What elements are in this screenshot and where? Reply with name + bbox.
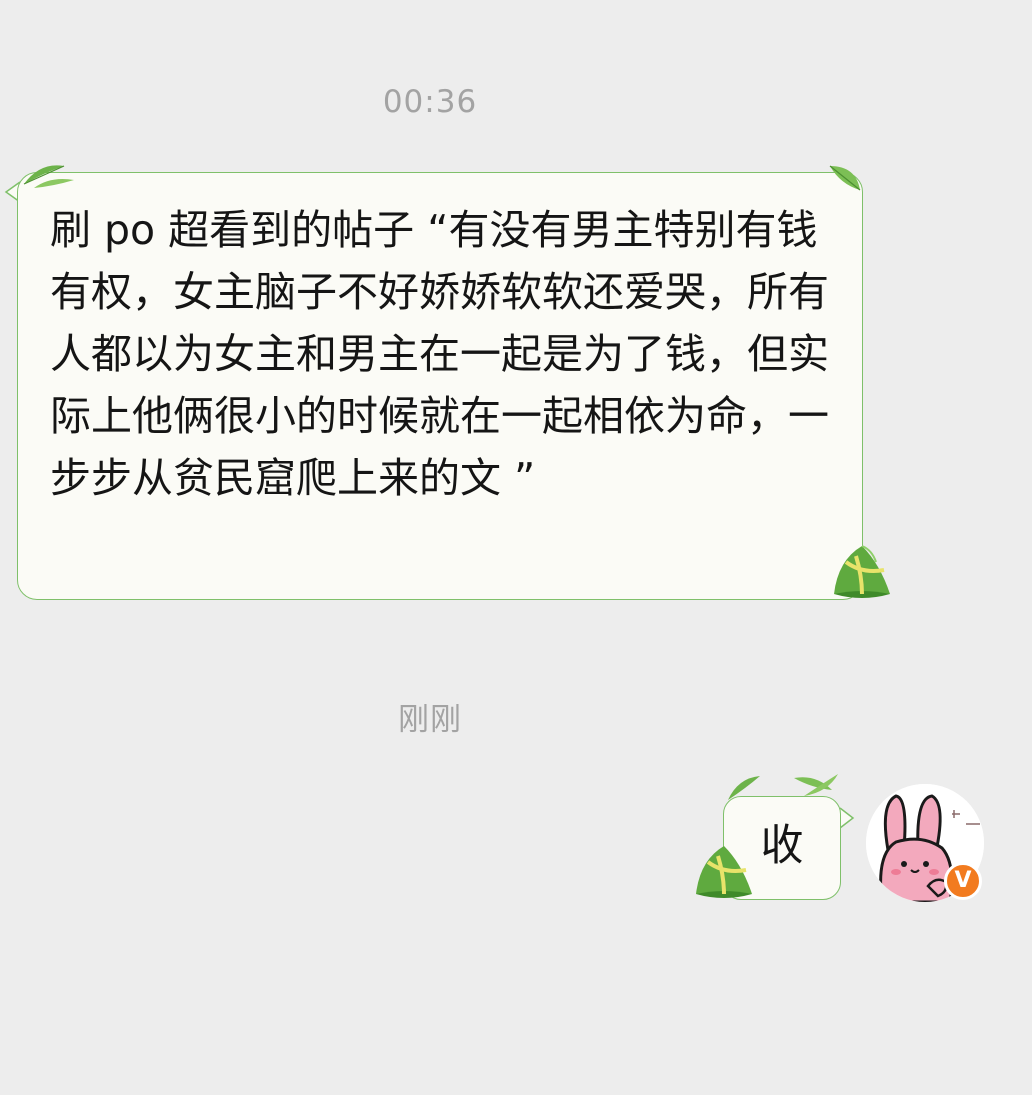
timestamp-now: 刚刚 xyxy=(398,702,462,738)
incoming-message-bubble[interactable]: 刷 po 超看到的帖子 “有没有男主特别有钱有权，女主脑子不好娇娇软软还爱哭，所… xyxy=(17,172,863,600)
bamboo-leaf-icon xyxy=(23,165,74,188)
zongzi-icon xyxy=(834,545,890,598)
bamboo-leaf-icon xyxy=(829,165,861,191)
incoming-message-text: 刷 po 超看到的帖子 “有没有男主特别有钱有权，女主脑子不好娇娇软软还爱哭，所… xyxy=(50,206,829,502)
timestamp-top: 00:36 xyxy=(382,84,478,120)
verified-badge-icon: V xyxy=(944,862,982,900)
outgoing-message-text: 收 xyxy=(760,821,804,871)
bamboo-leaf-icon xyxy=(728,774,838,800)
zongzi-icon xyxy=(696,846,752,898)
